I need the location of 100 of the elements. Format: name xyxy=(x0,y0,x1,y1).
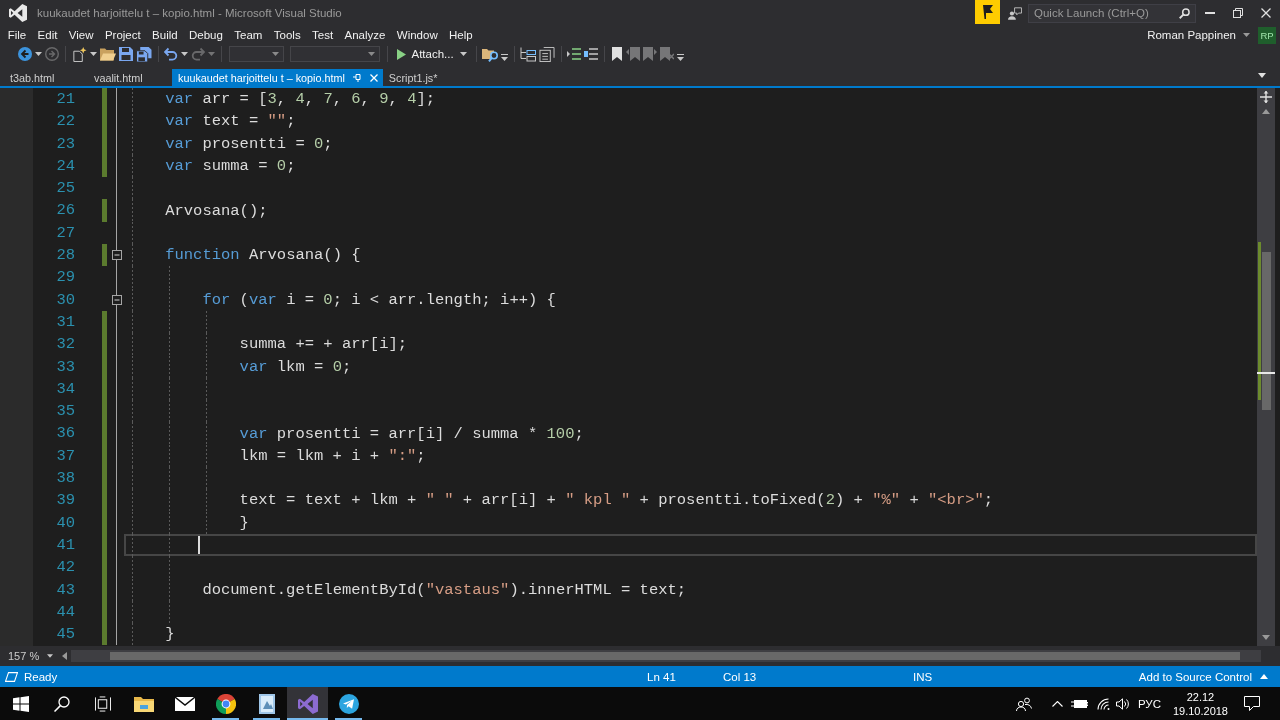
task-view-icon[interactable] xyxy=(94,695,111,712)
attach-button[interactable]: Attach... xyxy=(393,47,470,61)
taskbar-app-button[interactable] xyxy=(287,687,328,720)
text-cursor xyxy=(198,536,201,555)
line-number: 40 xyxy=(55,512,75,534)
left-arrow-icon[interactable] xyxy=(62,652,67,660)
code-line: lkm = lkm + i + ":"; xyxy=(239,445,426,466)
wifi-icon[interactable] xyxy=(1096,697,1111,710)
collapse-icon[interactable] xyxy=(112,294,122,305)
open-folder-icon[interactable] xyxy=(100,46,116,62)
people-icon[interactable] xyxy=(1015,696,1032,711)
code-line: var prosentti = 0; xyxy=(165,133,333,154)
line-number: 37 xyxy=(55,445,75,467)
line-number: 31 xyxy=(55,311,75,333)
menu-item[interactable]: Test xyxy=(306,27,339,43)
caret-icon[interactable] xyxy=(90,52,97,56)
speaker-icon[interactable] xyxy=(1115,697,1130,710)
menu-item[interactable]: View xyxy=(63,27,100,43)
caret-icon[interactable] xyxy=(1243,33,1250,37)
column-indicator: Col 13 xyxy=(723,670,758,683)
line-number: 24 xyxy=(55,155,75,177)
down-arrow-icon[interactable] xyxy=(1262,635,1270,640)
line-number: 21 xyxy=(55,89,75,110)
scroll-thumb[interactable] xyxy=(1262,252,1271,411)
caret-icon[interactable] xyxy=(47,654,53,658)
menu-item[interactable]: Analyze xyxy=(338,27,392,43)
menu-item[interactable]: Team xyxy=(228,27,269,43)
line-number: 30 xyxy=(55,289,75,311)
folder-search-icon[interactable] xyxy=(482,46,499,62)
search-icon[interactable] xyxy=(53,695,70,712)
menu-item[interactable]: Help xyxy=(443,27,479,43)
caret-icon[interactable] xyxy=(181,52,188,56)
line-number: 41 xyxy=(55,534,75,556)
line-number: 45 xyxy=(55,624,75,646)
menu-item[interactable]: Window xyxy=(391,27,444,43)
person-bubble-icon[interactable] xyxy=(1008,6,1022,20)
document-tab[interactable]: vaalit.html xyxy=(88,69,172,86)
tree-lines-icon[interactable] xyxy=(520,46,537,62)
line-number: 23 xyxy=(55,133,75,155)
scroll-thumb[interactable] xyxy=(110,652,1240,660)
overflow-caret-icon[interactable] xyxy=(501,53,509,61)
restore-icon[interactable] xyxy=(1233,8,1243,18)
flag-icon[interactable] xyxy=(975,0,1000,24)
split-handle-icon[interactable] xyxy=(1260,91,1272,103)
line-number: 38 xyxy=(55,468,75,490)
undo-icon[interactable] xyxy=(164,47,178,61)
back-arrow-icon[interactable] xyxy=(18,47,32,61)
zoom-dropdown[interactable]: 157 % xyxy=(0,648,56,664)
notification-icon[interactable] xyxy=(1244,696,1260,711)
lines-square-icon[interactable] xyxy=(584,47,599,61)
collapse-icon[interactable] xyxy=(112,250,122,261)
stacked-pages-icon[interactable] xyxy=(539,46,556,62)
up-arrow-icon[interactable] xyxy=(1262,109,1270,114)
status-message: Ready xyxy=(24,670,58,683)
app-logo-icon xyxy=(9,4,27,22)
document-tab[interactable]: kuukaudet harjoittelu t – kopio.html xyxy=(172,69,383,86)
save-all-icon[interactable] xyxy=(136,46,152,62)
vertical-scrollbar[interactable] xyxy=(1257,88,1275,646)
document-tab[interactable]: t3ab.html xyxy=(4,69,88,86)
battery-plug-icon[interactable] xyxy=(1070,698,1088,709)
picture-frame-icon xyxy=(256,693,277,714)
pin-icon[interactable] xyxy=(352,73,363,82)
start-icon[interactable] xyxy=(12,695,29,712)
menu-item[interactable]: Build xyxy=(146,27,184,43)
line-number: 44 xyxy=(55,601,75,623)
source-control-button[interactable]: Add to Source Control xyxy=(1138,670,1268,683)
code-line: var prosentti = arr[i] / summa * 100; xyxy=(239,423,584,444)
caret-icon[interactable] xyxy=(1260,674,1268,679)
language-indicator[interactable]: РУС xyxy=(1137,697,1161,710)
menu-item[interactable]: Tools xyxy=(268,27,307,43)
clock-date[interactable]: 19.10.2018 xyxy=(1172,703,1228,718)
caret-icon[interactable] xyxy=(35,52,42,56)
new-item-icon[interactable] xyxy=(71,46,87,62)
app-logo-icon xyxy=(297,693,318,714)
horizontal-scrollbar[interactable] xyxy=(71,650,1261,662)
line-number: 26 xyxy=(55,200,75,222)
account-name[interactable]: Roman Pappinen xyxy=(1147,29,1236,41)
clock-time[interactable]: 22.12 xyxy=(1186,689,1215,704)
code-line: document.getElementById("vastaus").innerHTML = text; xyxy=(202,579,687,600)
menu-item[interactable]: Debug xyxy=(183,27,229,43)
line-indicator: Ln 41 xyxy=(647,670,677,683)
menu-item[interactable]: Project xyxy=(99,27,147,43)
close-icon[interactable] xyxy=(1261,8,1271,18)
chevron-up-icon[interactable] xyxy=(1051,700,1063,707)
menu-item[interactable]: Edit xyxy=(31,27,64,43)
caret-icon[interactable] xyxy=(459,52,467,56)
lines-arrow-icon[interactable] xyxy=(567,47,582,61)
line-number: 28 xyxy=(55,245,75,267)
document-tab[interactable]: Script1.js* xyxy=(382,69,467,86)
bookmark-icon[interactable] xyxy=(611,47,622,61)
caret-icon[interactable] xyxy=(1258,72,1266,78)
avatar-initials[interactable]: RP xyxy=(1258,26,1276,44)
search-icon[interactable] xyxy=(1179,7,1190,19)
overflow-caret-icon[interactable] xyxy=(677,53,685,61)
save-icon[interactable] xyxy=(119,47,133,61)
line-number: 32 xyxy=(55,334,75,356)
parallelogram-icon[interactable] xyxy=(5,671,18,682)
menu-item[interactable]: File xyxy=(2,27,32,43)
code-line: function Arvosana() { xyxy=(165,245,361,266)
quick-launch-field[interactable]: Quick Launch (Ctrl+Q) xyxy=(1028,3,1196,23)
